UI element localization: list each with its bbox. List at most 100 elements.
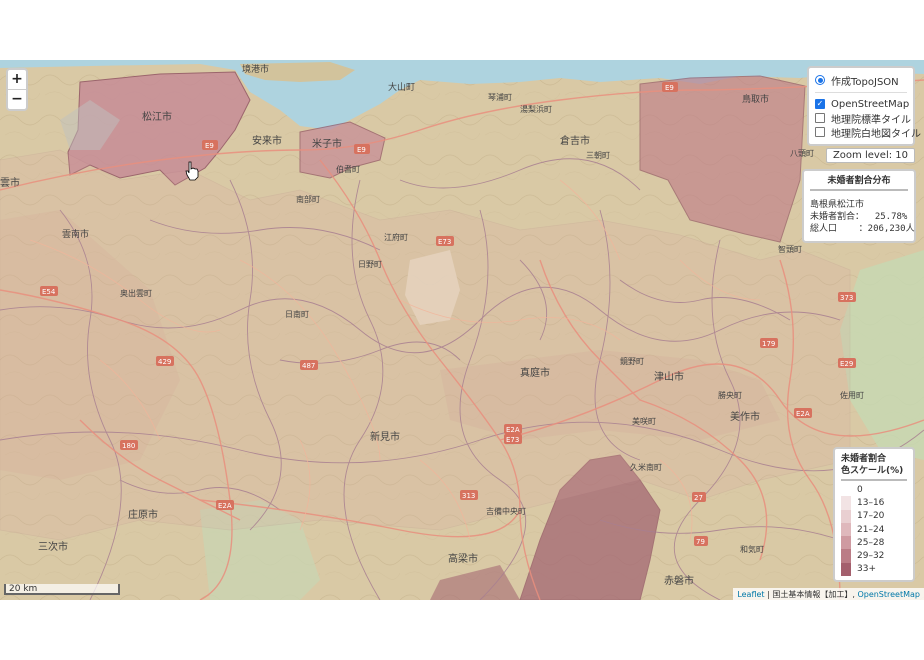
- place-label: 境港市: [242, 63, 269, 75]
- svg-text:E54: E54: [42, 288, 56, 296]
- place-label: 和気町: [740, 544, 764, 554]
- svg-text:E2A: E2A: [506, 426, 520, 434]
- place-label: 江府町: [384, 232, 408, 242]
- legend-swatch: [841, 562, 851, 577]
- place-label: 松江市: [142, 110, 172, 123]
- legend-title: 未婚者割合 色スケール(%): [841, 453, 907, 481]
- legend-item: 29–32: [841, 549, 907, 563]
- svg-text:429: 429: [158, 358, 171, 366]
- place-label: 赤磐市: [664, 574, 694, 587]
- place-label: 琴浦町: [488, 92, 512, 102]
- info-box: 未婚者割合分布 島根県松江市 未婚者割合： 25.78% 総人口 ：206,23…: [802, 169, 916, 243]
- legend-swatch: [841, 509, 851, 523]
- legend-swatch: [841, 522, 851, 537]
- place-label: 日野町: [358, 260, 382, 269]
- place-label: 南部町: [296, 194, 320, 204]
- place-label: 吉備中央町: [486, 506, 526, 516]
- radio-selected-icon[interactable]: [815, 75, 825, 85]
- zoom-out-button[interactable]: −: [8, 89, 26, 109]
- overlay-option[interactable]: 作成TopoJSON: [815, 73, 907, 88]
- legend-label: 29–32: [857, 551, 885, 562]
- legend-label: 0: [857, 484, 863, 495]
- legend-swatch: [841, 496, 851, 510]
- svg-text:E9: E9: [205, 142, 214, 150]
- legend-label: 25–28: [857, 537, 885, 548]
- legend-label: 17–20: [857, 511, 885, 522]
- place-label: 美作市: [730, 410, 760, 423]
- place-label: 新見市: [370, 430, 400, 443]
- info-title: 未婚者割合分布: [810, 175, 908, 191]
- scale-bar: 20 km: [4, 584, 120, 595]
- checkbox-icon[interactable]: [815, 127, 825, 137]
- legend-swatch: [841, 549, 851, 563]
- checkbox-checked-icon[interactable]: ✓: [815, 99, 825, 109]
- legend-label: 13–16: [857, 497, 885, 508]
- legend-item: 0: [841, 483, 907, 497]
- place-label: 米子市: [312, 137, 342, 150]
- place-label: 伯耆町: [336, 164, 360, 174]
- color-legend: 未婚者割合 色スケール(%) 0 13–16 17–20 21–24 25–28 29–3…: [833, 447, 915, 583]
- svg-text:79: 79: [696, 538, 705, 546]
- legend-item: 13–16: [841, 496, 907, 510]
- svg-text:E73: E73: [506, 436, 519, 444]
- svg-text:E2A: E2A: [796, 410, 810, 418]
- place-label: 佐用町: [840, 390, 864, 400]
- place-label: 湯梨浜町: [520, 104, 552, 114]
- base-layer-option[interactable]: 地理院白地図タイル: [815, 125, 921, 140]
- base-layer-label: OpenStreetMap: [831, 98, 910, 110]
- place-label: 奥出雲町: [120, 288, 152, 298]
- base-layer-option[interactable]: 地理院標準タイル: [815, 111, 911, 126]
- place-label: 雲市: [0, 176, 20, 189]
- place-label: 三次市: [38, 540, 68, 553]
- zoom-level-display: Zoom level: 10: [825, 148, 915, 163]
- legend-item: 17–20: [841, 509, 907, 523]
- place-label: 八頭町: [790, 149, 814, 158]
- checkbox-icon[interactable]: [815, 113, 825, 123]
- place-label: 鳥取市: [742, 93, 769, 105]
- layer-control: 作成TopoJSON ✓ OpenStreetMap 地理院標準タイル 地理院白…: [807, 66, 921, 146]
- zoom-control: + −: [6, 68, 28, 111]
- svg-text:E9: E9: [357, 146, 366, 154]
- legend-item: 25–28: [841, 536, 907, 550]
- legend-title-line1: 未婚者割合: [841, 454, 887, 464]
- svg-text:E73: E73: [438, 238, 451, 246]
- svg-text:E9: E9: [665, 84, 674, 92]
- info-ratio: 未婚者割合： 25.78%: [810, 212, 908, 222]
- legend-swatch: [841, 483, 851, 497]
- legend-items: 0 13–16 17–20 21–24 25–28 29–32 33+: [841, 483, 907, 577]
- base-layer-option[interactable]: ✓ OpenStreetMap: [815, 97, 910, 111]
- attribution: Leaflet | 国土基本情報【加工】, OpenStreetMap: [733, 588, 924, 600]
- legend-item: 33+: [841, 562, 907, 577]
- map-tiles: 境港市 大山町 鳥取市 松江市 安来市 米子市 倉吉市 雲南市 江府町 日野町 …: [0, 60, 924, 600]
- svg-text:27: 27: [694, 494, 703, 502]
- gsi-credit: 国土基本情報【加工】: [772, 590, 853, 599]
- place-label: 美咲町: [632, 416, 656, 426]
- zoom-in-button[interactable]: +: [8, 70, 26, 89]
- leaflet-link[interactable]: Leaflet: [737, 590, 764, 599]
- legend-swatch: [841, 536, 851, 550]
- svg-text:313: 313: [462, 492, 475, 500]
- place-label: 庄原市: [128, 508, 158, 521]
- place-label: 安来市: [252, 134, 282, 147]
- svg-text:179: 179: [762, 340, 775, 348]
- map-canvas[interactable]: 境港市 大山町 鳥取市 松江市 安来市 米子市 倉吉市 雲南市 江府町 日野町 …: [0, 60, 924, 600]
- place-label: 久米南町: [630, 462, 662, 472]
- osm-link[interactable]: OpenStreetMap: [857, 590, 920, 599]
- info-population: 総人口 ：206,230人: [810, 224, 915, 234]
- place-label: 日南町: [285, 309, 309, 319]
- place-label: 雲南市: [62, 228, 89, 240]
- legend-item: 21–24: [841, 522, 907, 537]
- svg-text:487: 487: [302, 362, 315, 370]
- place-label: 真庭市: [520, 366, 550, 379]
- place-label: 高梁市: [448, 552, 478, 565]
- overlay-label: 作成TopoJSON: [831, 76, 899, 88]
- info-area: 島根県松江市: [810, 200, 865, 210]
- svg-text:180: 180: [122, 442, 135, 450]
- place-label: 勝央町: [718, 390, 742, 400]
- place-label: 倉吉市: [560, 134, 590, 147]
- place-label: 津山市: [654, 370, 684, 383]
- legend-title-line2: 色スケール(%): [841, 466, 904, 476]
- place-label: 鏡野町: [620, 356, 644, 366]
- base-layer-label: 地理院白地図タイル: [831, 128, 921, 140]
- layer-divider: [815, 92, 907, 93]
